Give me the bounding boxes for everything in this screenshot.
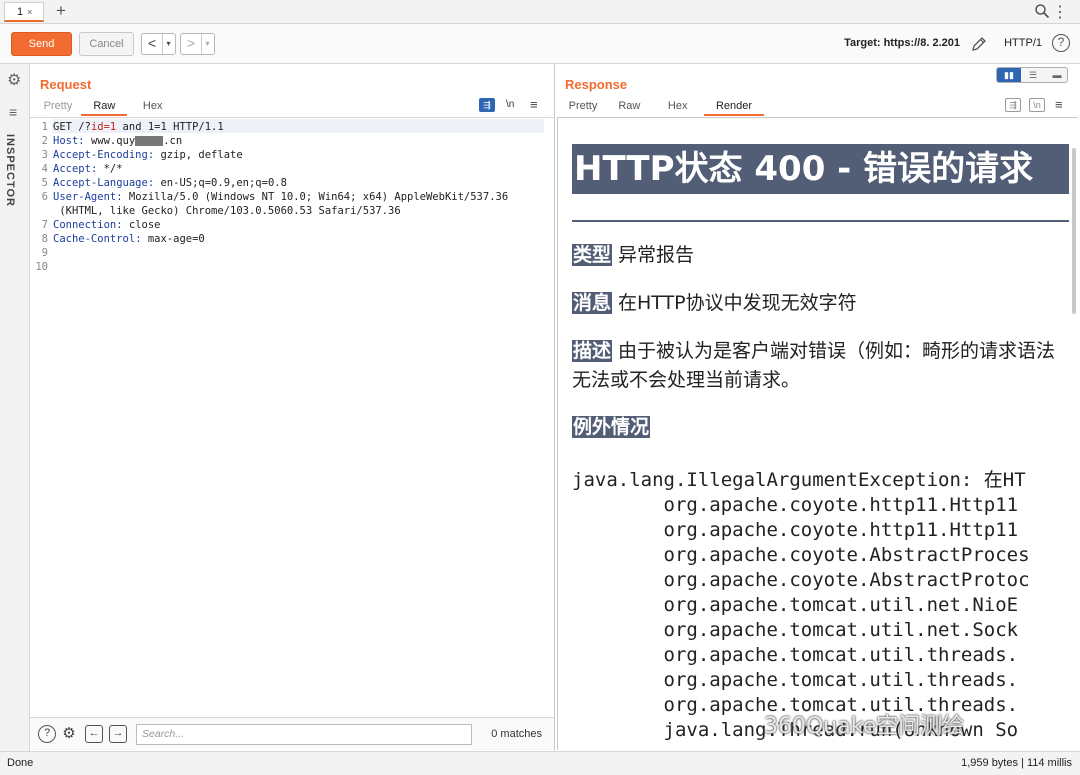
response-render-view[interactable]: HTTP状态 400 - 错误的请求 类型 异常报告 消息 在HTTP协议中发现无效… [557,117,1078,750]
code-line: 4 Accept: */* [41,163,123,175]
render-stack-trace: java.lang.IllegalArgumentException: 在HT … [572,469,1030,741]
back-history-dropdown[interactable]: ▾ [162,34,174,54]
request-title: Request [40,77,92,92]
inspector-toggle[interactable]: INSPECTOR [4,134,16,207]
render-description-row: 描述 由于被认为是客户端对错误（例如：畸形的请求语法 [572,340,1056,362]
back-nav-group: < ▾ [141,33,176,55]
search-icon[interactable] [1034,3,1050,19]
back-button[interactable]: < [142,34,162,54]
previous-match-button[interactable]: ← [85,725,103,743]
settings-gear-icon[interactable]: ⚙ [7,70,21,90]
newline-toggle[interactable]: \n [506,99,514,110]
response-stats: 1,959 bytes | 114 millis [961,757,1072,769]
tab-response-hex[interactable]: Hex [655,98,701,114]
code-line: 9 [41,247,48,259]
forward-button[interactable]: > [181,34,201,54]
single-pane-layout-icon[interactable]: ▬ [1045,68,1067,82]
stacked-layout-icon[interactable]: ☰ [1021,68,1045,82]
request-editor[interactable]: 1 GET /?id=1 and 1=1 HTTP/1.1 2 Host: www.… [30,117,554,717]
newline-toggle[interactable]: \n [1029,98,1045,112]
code-line: 3 Accept-Encoding: gzip, deflate [41,149,243,161]
http-version-selector[interactable]: HTTP/1 [1004,37,1042,49]
render-heading: HTTP状态 400 - 错误的请求 [572,144,1069,194]
word-wrap-icon[interactable]: ⇶ [479,98,495,112]
tab-response-raw[interactable]: Raw [607,98,651,114]
pane-divider[interactable] [554,64,555,751]
toolbar: Send Cancel < ▾ > ▾ Target: https://8. 2.2… [0,24,1080,64]
forward-history-dropdown[interactable]: ▾ [201,34,213,54]
edit-target-icon[interactable] [970,35,988,53]
render-scrollbar[interactable] [1072,148,1076,314]
match-count: 0 matches [491,728,542,740]
request-search-bar: ? ⚙ ← → Search... 0 matches [30,717,554,750]
tab-response-render[interactable]: Render [704,98,765,116]
cancel-button[interactable]: Cancel [79,32,134,56]
send-button[interactable]: Send [11,32,72,56]
response-title: Response [565,77,628,92]
status-text: Done [7,757,34,769]
help-icon[interactable]: ? [1052,34,1070,52]
code-line: 6 User-Agent: Mozilla/5.0 (Windows NT 10.… [41,191,509,203]
tab-bar: 1 × + ⋮ [0,0,1080,24]
forward-nav-group: > ▾ [180,33,215,55]
response-menu-icon[interactable]: ≡ [1055,97,1063,112]
add-tab-button[interactable]: + [56,1,66,21]
side-by-side-layout-icon[interactable]: ▮▮ [997,68,1021,82]
response-view-tabs: Pretty Raw Hex Render [562,98,765,118]
inspector-strip: ⚙ ≡ INSPECTOR [0,64,30,751]
redacted-block [135,136,164,146]
code-line: 2 Host: www.quy .cn [41,135,183,147]
word-wrap-icon[interactable]: ⇶ [1005,98,1021,112]
tab-close-icon[interactable]: × [27,7,32,17]
tab-request-hex[interactable]: Hex [131,98,175,114]
code-line: 5 Accept-Language: en-US;q=0.9,en;q=0.8 [41,177,287,189]
tab-response-pretty[interactable]: Pretty [562,98,604,114]
list-icon[interactable]: ≡ [9,104,17,120]
code-line: 8 Cache-Control: max-age=0 [41,233,205,245]
request-menu-icon[interactable]: ≡ [530,97,538,112]
code-line: 10 [35,261,48,273]
tab-request-raw[interactable]: Raw [81,98,128,116]
code-line: (KHTML, like Gecko) Chrome/103.0.5060.53… [53,205,401,217]
tab-1[interactable]: 1 × [4,2,44,22]
layout-toggle-group: ▮▮ ☰ ▬ [996,67,1068,83]
watermark: 360Quake空间测绘 [764,714,965,739]
render-message-row: 消息 在HTTP协议中发现无效字符 [572,292,857,314]
next-match-button[interactable]: → [109,725,127,743]
render-type-row: 类型 异常报告 [572,244,695,266]
status-bar: Done 1,959 bytes | 114 millis [0,751,1080,775]
render-description-cont: 无法或不会处理当前请求。 [572,369,801,391]
more-options-icon[interactable]: ⋮ [1052,2,1068,22]
code-line: 7 Connection: close [41,219,161,231]
settings-gear-icon[interactable]: ⚙ [60,725,78,743]
code-line: 1 GET /?id=1 and 1=1 HTTP/1.1 [41,121,224,133]
render-exception-row: 例外情况 [572,416,651,438]
search-input[interactable]: Search... [136,724,472,745]
render-divider [572,220,1069,222]
help-icon[interactable]: ? [38,725,56,743]
tab-request-pretty[interactable]: Pretty [38,98,78,114]
target-label: Target: https://8. 2.201 [844,37,960,49]
tab-label: 1 [17,6,24,18]
request-view-tabs: Pretty Raw Hex [38,98,175,118]
